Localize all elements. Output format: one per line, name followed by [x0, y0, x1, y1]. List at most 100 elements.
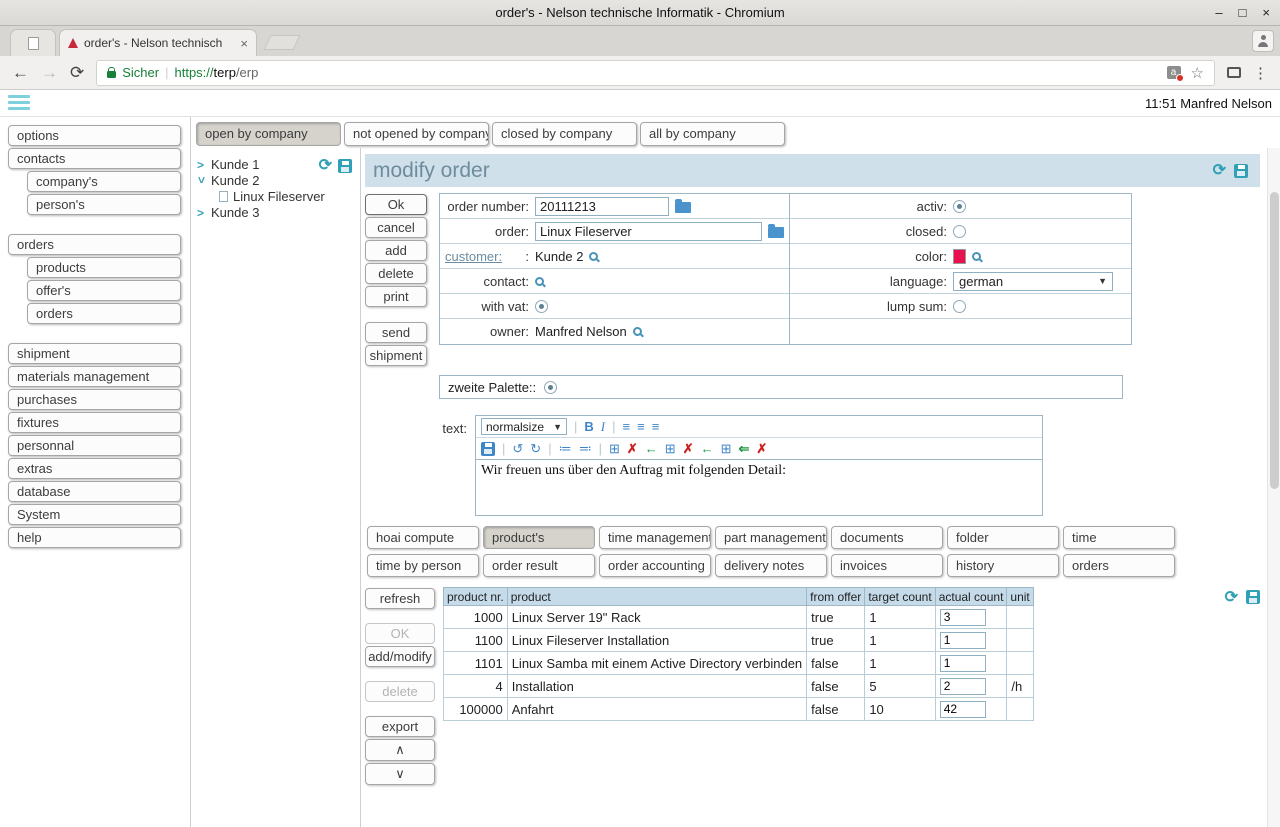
sidebar-item-help[interactable]: help: [8, 527, 181, 548]
delete-cells-icon[interactable]: ✗: [756, 442, 767, 455]
sidebar-item-materials-management[interactable]: materials management: [8, 366, 181, 387]
tab-products[interactable]: product's: [483, 526, 595, 549]
tab-close-icon[interactable]: ×: [240, 36, 248, 51]
col-unit[interactable]: unit: [1007, 588, 1033, 606]
sidebar-item-products[interactable]: products: [27, 257, 181, 278]
shipment-button[interactable]: shipment: [365, 345, 427, 366]
font-size-select[interactable]: normalsize ▼: [481, 418, 567, 435]
refresh-icon[interactable]: ⟳: [319, 158, 332, 174]
back-button[interactable]: ←: [12, 64, 29, 81]
sidebar-item-database[interactable]: database: [8, 481, 181, 502]
maximize-button[interactable]: □: [1239, 5, 1247, 20]
ok-button[interactable]: Ok: [365, 194, 427, 215]
align-right-icon[interactable]: ≡: [652, 420, 660, 433]
order-input[interactable]: [535, 222, 762, 241]
closed-radio[interactable]: [953, 225, 966, 238]
actual-count-input[interactable]: [940, 701, 986, 718]
lump-sum-radio[interactable]: [953, 300, 966, 313]
insert-column-icon[interactable]: ⊞: [665, 442, 676, 455]
actual-count-input[interactable]: [940, 609, 986, 626]
insert-row-icon[interactable]: ←: [701, 442, 714, 455]
search-icon[interactable]: [589, 252, 598, 261]
address-bar[interactable]: Sicher | https://terp/erp a ☆: [96, 60, 1215, 86]
sidebar-item-contacts[interactable]: contacts: [8, 148, 181, 169]
sidebar-item-purchases[interactable]: purchases: [8, 389, 181, 410]
move-up-button[interactable]: ∧: [365, 739, 435, 761]
sidebar-item-persons[interactable]: person's: [27, 194, 181, 215]
tab-closed-by-company[interactable]: closed by company: [492, 122, 637, 146]
tab-time[interactable]: time: [1063, 526, 1175, 549]
tab-part-management[interactable]: part management: [715, 526, 827, 549]
actual-count-input[interactable]: [940, 632, 986, 649]
table-row[interactable]: 1000 Linux Server 19" Rack true 1: [444, 606, 1034, 629]
table-row[interactable]: 1100 Linux Fileserver Installation true …: [444, 629, 1034, 652]
col-product[interactable]: product: [507, 588, 806, 606]
tree-item-linux-fileserver[interactable]: Linux Fileserver: [219, 189, 360, 204]
tab-time-management[interactable]: time management: [599, 526, 711, 549]
bookmark-star-icon[interactable]: ☆: [1191, 64, 1204, 82]
delete-button[interactable]: delete: [365, 263, 427, 284]
sidebar-item-options[interactable]: options: [8, 125, 181, 146]
color-swatch[interactable]: [953, 249, 966, 264]
forward-button[interactable]: →: [41, 64, 58, 81]
numbered-list-icon[interactable]: ≔: [559, 442, 572, 455]
undo-icon[interactable]: ↺: [512, 442, 523, 455]
lock-icon[interactable]: [107, 71, 116, 78]
sidebar-item-shipment[interactable]: shipment: [8, 343, 181, 364]
language-select[interactable]: german ▼: [953, 272, 1113, 291]
browser-tab-secondary[interactable]: [10, 29, 56, 56]
scrollbar-thumb[interactable]: [1270, 192, 1279, 489]
folder-icon[interactable]: [768, 227, 784, 238]
table-row[interactable]: 1101 Linux Samba mit einem Active Direct…: [444, 652, 1034, 675]
table-row[interactable]: 4 Installation false 5 /h: [444, 675, 1034, 698]
refresh-icon[interactable]: ⟳: [1225, 590, 1238, 606]
customer-link[interactable]: customer:: [445, 249, 502, 264]
insert-column-left-icon[interactable]: ←: [645, 442, 658, 455]
browser-tab-active[interactable]: order's - Nelson technisch ×: [59, 29, 257, 56]
split-cells-icon[interactable]: ⇐: [739, 442, 750, 455]
add-modify-button[interactable]: add/modify: [365, 646, 435, 667]
search-icon[interactable]: [535, 277, 544, 286]
tab-orders[interactable]: orders: [1063, 554, 1175, 577]
browser-menu-icon[interactable]: ⋮: [1253, 64, 1268, 82]
add-button[interactable]: add: [365, 240, 427, 261]
save-icon[interactable]: [1234, 164, 1248, 178]
reload-button[interactable]: ⟳: [70, 64, 84, 81]
tab-open-by-company[interactable]: open by company: [196, 122, 341, 146]
tab-documents[interactable]: documents: [831, 526, 943, 549]
tab-order-result[interactable]: order result: [483, 554, 595, 577]
sidebar-item-fixtures[interactable]: fixtures: [8, 412, 181, 433]
search-icon[interactable]: [633, 327, 642, 336]
tab-all-by-company[interactable]: all by company: [640, 122, 785, 146]
folder-icon[interactable]: [675, 202, 691, 213]
save-icon[interactable]: [481, 442, 495, 456]
insert-table-icon[interactable]: ⊞: [609, 442, 620, 455]
with-vat-radio[interactable]: [535, 300, 548, 313]
save-icon[interactable]: [338, 159, 352, 173]
tab-invoices[interactable]: invoices: [831, 554, 943, 577]
table-row[interactable]: 100000 Anfahrt false 10: [444, 698, 1034, 721]
delete-column-icon[interactable]: ✗: [683, 442, 694, 455]
save-icon[interactable]: [1246, 590, 1260, 604]
merge-cells-icon[interactable]: ⊞: [721, 442, 732, 455]
tree-item-kunde-2[interactable]: > Kunde 2: [197, 173, 360, 188]
col-target-count[interactable]: target count: [865, 588, 935, 606]
actual-count-input[interactable]: [940, 655, 986, 672]
profile-button[interactable]: [1252, 30, 1274, 52]
redo-icon[interactable]: ↻: [530, 442, 541, 455]
italic-icon[interactable]: I: [601, 420, 605, 433]
chevron-right-icon[interactable]: >: [197, 207, 206, 219]
tree-item-kunde-3[interactable]: > Kunde 3: [197, 205, 360, 220]
send-button[interactable]: send: [365, 322, 427, 343]
sidebar-item-orders[interactable]: orders: [8, 234, 181, 255]
close-button[interactable]: ×: [1262, 5, 1270, 20]
sidebar-item-system[interactable]: System: [8, 504, 181, 525]
cancel-button[interactable]: cancel: [365, 217, 427, 238]
tab-not-opened-by-company[interactable]: not opened by company: [344, 122, 489, 146]
sidebar-item-extras[interactable]: extras: [8, 458, 181, 479]
tab-folder[interactable]: folder: [947, 526, 1059, 549]
bold-icon[interactable]: B: [584, 420, 593, 433]
order-number-input[interactable]: [535, 197, 669, 216]
tab-delivery-notes[interactable]: delivery notes: [715, 554, 827, 577]
sidebar-item-orders-sub[interactable]: orders: [27, 303, 181, 324]
